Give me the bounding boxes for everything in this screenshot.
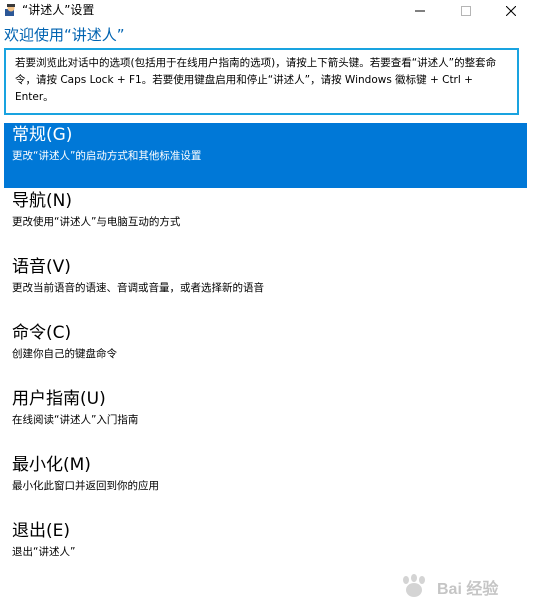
menu-item-user-guide[interactable]: 用户指南(U) 在线阅读“讲述人”入门指南	[4, 387, 527, 452]
menu-item-label: 命令(C)	[12, 323, 72, 343]
watermark: Bai 经验	[397, 573, 525, 599]
baidu-paw-logo	[403, 574, 425, 597]
menu-item-label: 用户指南(U)	[12, 389, 106, 409]
menu-item-label: 常规(G)	[12, 125, 73, 145]
title-bar[interactable]: “讲述人”设置	[0, 0, 533, 22]
menu-item-commands[interactable]: 命令(C) 创建你自己的键盘命令	[4, 321, 527, 386]
menu-item-description: 创建你自己的键盘命令	[12, 348, 117, 360]
menu-item-general[interactable]: 常规(G) 更改“讲述人”的启动方式和其他标准设置	[4, 123, 527, 188]
menu-item-voice[interactable]: 语音(V) 更改当前语音的语速、音调或音量，或者选择新的语音	[4, 255, 527, 320]
page-title: 欢迎使用“讲述人”	[4, 26, 125, 44]
menu-item-minimize[interactable]: 最小化(M) 最小化此窗口并返回到你的应用	[4, 453, 527, 518]
menu-item-description: 最小化此窗口并返回到你的应用	[12, 480, 159, 492]
menu-item-description: 更改使用“讲述人”与电脑互动的方式	[12, 216, 181, 228]
menu-item-label: 导航(N)	[12, 191, 72, 211]
menu-item-label: 最小化(M)	[12, 455, 91, 475]
minimize-button[interactable]	[400, 0, 440, 22]
watermark-text: Bai 经验	[437, 581, 499, 598]
menu-item-label: 退出(E)	[12, 521, 71, 541]
menu-item-description: 退出“讲述人”	[12, 546, 76, 558]
menu-item-label: 语音(V)	[12, 257, 71, 277]
instructions-text: 若要浏览此对话中的选项(包括用于在线用户指南的选项)，请按上下箭头键。若要查看“…	[4, 48, 519, 115]
maximize-icon	[461, 6, 471, 16]
minimize-icon	[415, 10, 425, 12]
narrator-app-icon	[5, 4, 15, 16]
menu-item-description: 更改当前语音的语速、音调或音量，或者选择新的语音	[12, 282, 264, 294]
close-button[interactable]	[491, 0, 531, 22]
menu-item-navigation[interactable]: 导航(N) 更改使用“讲述人”与电脑互动的方式	[4, 189, 527, 254]
maximize-button[interactable]	[446, 0, 486, 22]
menu-item-description: 更改“讲述人”的启动方式和其他标准设置	[12, 150, 202, 162]
menu-item-description: 在线阅读“讲述人”入门指南	[12, 414, 139, 426]
window-title: “讲述人”设置	[22, 3, 95, 17]
close-icon	[506, 6, 516, 16]
